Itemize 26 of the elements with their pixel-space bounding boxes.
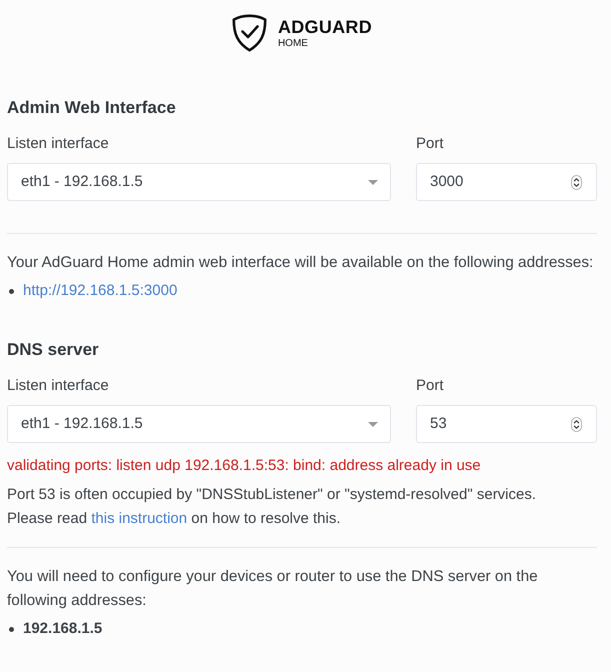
spinner-arrows-icon [571,174,582,190]
section-title: Admin Web Interface [7,97,177,119]
field-label: Listen interface [7,376,109,396]
addresses-description: You will need to configure your devices or router to use the DNS server on the following addresses: [7,567,539,611]
address-text: 192.168.1.5 [23,618,102,639]
instruction-link[interactable]: this instruction [91,510,188,527]
help-text: Port 53 is often occupied by "DNSStubListener" or "systemd-resolved" services. Please read this instruction on how to resolve this. [7,485,538,529]
caret-down-icon [368,180,378,184]
port-input[interactable]: 53 [416,405,597,443]
spinner-arrows-icon [571,416,582,432]
bullet-icon [9,626,14,632]
field-label: Port [416,134,444,154]
shield-check-icon [232,14,267,52]
interface-select[interactable]: eth1 - 192.168.1.5 [7,163,391,201]
interface-select[interactable]: eth1 - 192.168.1.5 [7,405,391,443]
field-label: Port [416,376,444,396]
logo-subtitle: HOME [278,38,309,50]
addresses-description: Your AdGuard Home admin web interface will be available on the following addresses: [7,253,594,273]
caret-down-icon [368,422,378,426]
logo-name: ADGUARD [278,16,372,36]
error-message: validating ports: listen udp 192.168.1.5:53: bind: address already in use [7,456,482,476]
field-label: Listen interface [7,134,109,154]
section-title: DNS server [7,339,100,361]
bullet-icon [9,288,14,294]
port-input[interactable]: 3000 [416,163,597,201]
address-link[interactable]: http://192.168.1.5:3000 [23,280,178,302]
